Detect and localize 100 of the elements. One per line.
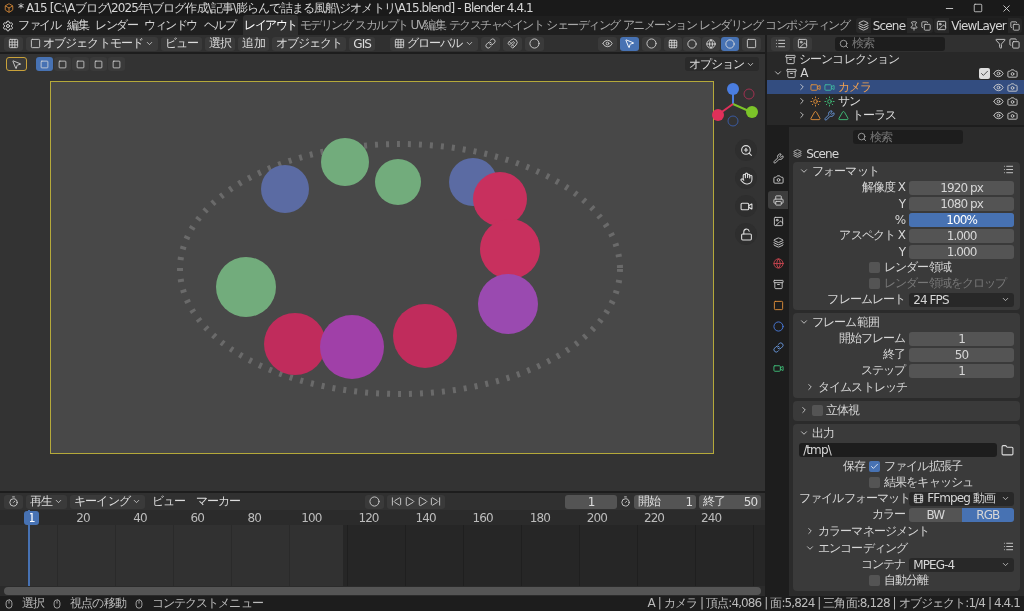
number-field[interactable]: 1920 px xyxy=(909,180,1014,195)
chevron-down-icon[interactable] xyxy=(805,543,816,553)
header-menu[interactable]: ビュー xyxy=(147,494,190,509)
select-mode-button[interactable] xyxy=(72,57,89,71)
current-frame-field[interactable]: 1 xyxy=(565,494,618,509)
dropdown[interactable]: MPEG-4 xyxy=(909,557,1014,572)
number-field[interactable]: 1 xyxy=(909,363,1014,378)
orientation-dropdown[interactable]: グローバル xyxy=(390,36,478,51)
chevron-down-icon[interactable] xyxy=(799,428,810,438)
header-menu[interactable]: GIS xyxy=(349,36,375,51)
editor-type-button[interactable] xyxy=(771,36,791,51)
header-menu[interactable]: マーカー xyxy=(192,494,245,509)
select-mode-button[interactable] xyxy=(108,57,125,71)
workspace-tab[interactable]: UV編集 xyxy=(409,15,447,36)
header-menu[interactable]: 再生 xyxy=(26,494,68,509)
editor-type-button[interactable] xyxy=(4,494,23,509)
visibility-button[interactable] xyxy=(598,36,618,51)
display-mode-button[interactable] xyxy=(793,36,813,51)
number-field[interactable]: 1080 px xyxy=(909,196,1014,211)
path-field[interactable]: /tmp\ xyxy=(799,443,997,457)
playback-controls[interactable] xyxy=(386,494,445,509)
number-field[interactable]: 1 xyxy=(909,331,1014,346)
workspace-tab[interactable]: コンポジティング xyxy=(764,15,850,36)
checkbox[interactable] xyxy=(869,262,881,273)
overlay-button[interactable] xyxy=(642,36,662,51)
frame-number: 220 xyxy=(643,511,665,525)
header-menu[interactable]: キーイング xyxy=(70,494,145,509)
menu-item[interactable]: ヘルプ xyxy=(200,16,238,35)
number-field[interactable]: 1.000 xyxy=(909,244,1014,259)
checkbox[interactable] xyxy=(869,477,881,488)
new-collection-icon xyxy=(1009,38,1020,49)
scene-selector[interactable]: Scene xyxy=(855,18,934,33)
outliner-row[interactable]: サン xyxy=(767,94,1024,108)
shading-button[interactable] xyxy=(664,36,683,51)
select-mode-button[interactable] xyxy=(36,57,53,71)
tree-item[interactable]: A xyxy=(800,66,808,80)
select-mode-button[interactable] xyxy=(90,57,107,71)
checkbox[interactable] xyxy=(812,404,824,416)
number-field[interactable]: 50 xyxy=(909,347,1014,362)
toggle-option[interactable]: BW xyxy=(909,507,962,522)
workspace-tab[interactable]: スカルプト xyxy=(354,15,409,36)
workspace-tab[interactable]: レイアウト xyxy=(243,15,298,36)
field-label: 開始フレーム xyxy=(837,330,906,347)
menu-item[interactable]: レンダー xyxy=(92,16,140,35)
checkbox[interactable] xyxy=(869,575,881,586)
panel-title[interactable]: 出力 xyxy=(812,424,835,442)
outliner-row[interactable]: トーラス xyxy=(767,108,1024,122)
checkbox[interactable] xyxy=(979,67,990,79)
shading-button[interactable] xyxy=(683,36,702,51)
snap-button[interactable] xyxy=(502,36,522,51)
panel-title[interactable]: 立体視 xyxy=(826,401,860,419)
properties-tab[interactable] xyxy=(768,191,789,209)
menu-item[interactable]: ファイル xyxy=(15,16,63,35)
options-dropdown[interactable]: オプション xyxy=(684,57,760,71)
checkbox[interactable] xyxy=(869,461,881,472)
dropdown[interactable]: 24 FPS xyxy=(909,292,1014,307)
select-tool-button[interactable] xyxy=(6,57,27,71)
proportional-button[interactable] xyxy=(524,36,544,51)
pause-button[interactable] xyxy=(742,36,762,51)
menu-item[interactable]: 編集 xyxy=(64,16,91,35)
workspace-tab[interactable]: テクスチャペイント xyxy=(447,15,544,36)
subpanel-title[interactable]: エンコーディング xyxy=(818,539,907,557)
editor-type-button[interactable] xyxy=(4,36,23,51)
workspace-tab[interactable]: モデリング xyxy=(298,15,353,36)
header-menu[interactable]: オブジェクト xyxy=(271,36,347,51)
scrollbar[interactable] xyxy=(4,587,762,595)
subpanel-title[interactable]: タイムストレッチ xyxy=(818,378,907,396)
workspace-tab[interactable]: アニメーション xyxy=(621,15,697,36)
header-menu[interactable]: 選択 xyxy=(205,36,236,51)
menu-item[interactable]: ウィンドウ xyxy=(141,16,200,35)
chevron-down-icon xyxy=(54,497,64,506)
view-layer-selector[interactable]: ViewLayer xyxy=(934,18,1022,33)
workspace-tab[interactable]: レンダリング xyxy=(698,15,763,36)
number-field[interactable]: 1.000 xyxy=(909,228,1014,243)
shading-button[interactable] xyxy=(702,36,721,51)
gizmo-button[interactable] xyxy=(620,36,640,51)
chevron-down-icon[interactable] xyxy=(799,317,810,327)
outliner-row[interactable]: カメラ xyxy=(767,80,1024,94)
subpanel-title[interactable]: カラーマネージメント xyxy=(818,522,930,540)
dropdown[interactable]: FFmpeg 動画 xyxy=(909,491,1014,506)
chevron-down-icon[interactable] xyxy=(773,68,784,78)
workspace-tab[interactable]: シェーディング xyxy=(545,15,621,36)
tree-item[interactable]: シーンコレクション xyxy=(799,50,900,68)
shading-button[interactable] xyxy=(721,36,740,51)
search-field[interactable]: 検索 xyxy=(835,36,946,51)
pivot-button[interactable] xyxy=(480,36,500,51)
mode-dropdown[interactable]: オブジェクトモード xyxy=(26,36,158,51)
mesh-icon xyxy=(810,109,822,121)
panel-title[interactable]: フォーマット xyxy=(812,162,879,180)
chevron-down-icon[interactable] xyxy=(799,166,810,176)
header-menu[interactable]: ビュー xyxy=(160,36,203,51)
select-mode-button[interactable] xyxy=(54,57,71,71)
panel-title[interactable]: フレーム範囲 xyxy=(812,313,879,331)
slider-field[interactable]: 100% xyxy=(909,212,1014,227)
header-menu[interactable]: 追加 xyxy=(238,36,269,51)
axis-gizmo-drawing[interactable] xyxy=(709,82,760,128)
record-button[interactable] xyxy=(364,494,384,509)
start-frame-field[interactable]: 開始 1 xyxy=(634,494,697,509)
end-frame-field[interactable]: 終了 50 xyxy=(699,494,762,509)
search-field[interactable]: 検索 xyxy=(853,130,964,144)
